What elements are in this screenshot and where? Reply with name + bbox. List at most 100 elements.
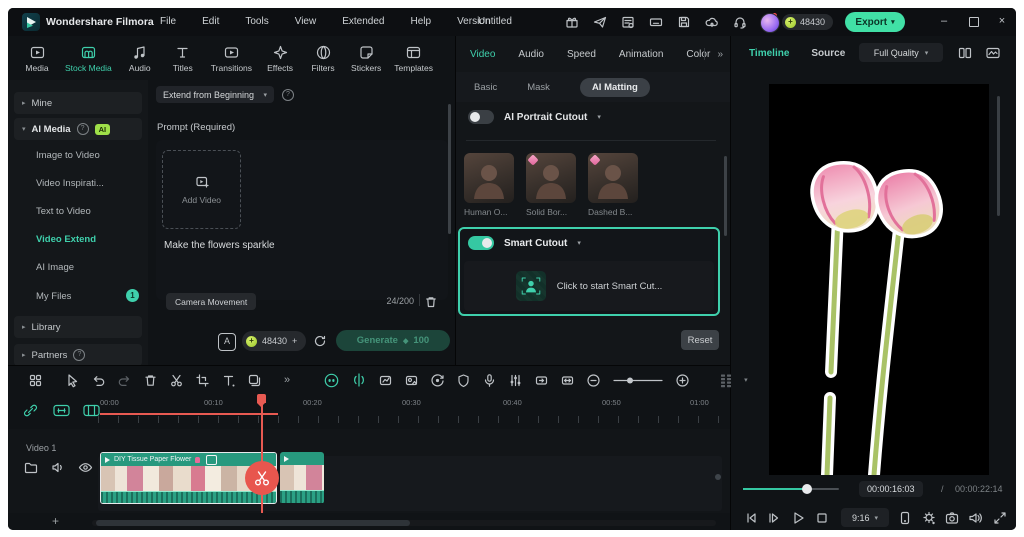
maximize-button[interactable]: [966, 14, 982, 30]
menu-tools[interactable]: Tools: [245, 16, 268, 27]
tab-filters[interactable]: Filters: [308, 44, 338, 73]
subtab-basic[interactable]: Basic: [474, 82, 497, 93]
horizontal-scrollbar[interactable]: [92, 520, 716, 526]
tab-color[interactable]: Color: [686, 49, 710, 60]
help-icon[interactable]: ?: [282, 89, 294, 101]
preset-dashed-border[interactable]: [588, 153, 638, 203]
tab-media[interactable]: Media: [22, 44, 52, 73]
add-track-button[interactable]: +: [52, 514, 59, 528]
seek-bar[interactable]: [743, 484, 839, 494]
hide-track-icon[interactable]: [78, 461, 93, 474]
keyframe-split-icon[interactable]: [351, 372, 367, 388]
undo-icon[interactable]: [91, 373, 106, 388]
sidebar-item-mine[interactable]: ▸ Mine: [14, 92, 142, 114]
smart-cutout-toggle[interactable]: [468, 236, 494, 250]
render-settings-icon[interactable]: [921, 510, 937, 526]
sidebar-item-image-to-video[interactable]: Image to Video: [36, 150, 100, 161]
sidebar-item-text-to-video[interactable]: Text to Video: [36, 206, 91, 217]
preset-human-outline[interactable]: [464, 153, 514, 203]
subtab-mask[interactable]: Mask: [527, 82, 550, 93]
tab-templates[interactable]: Templates: [394, 44, 433, 73]
video-viewport[interactable]: [769, 84, 989, 481]
reset-button[interactable]: Reset: [681, 330, 719, 350]
save-icon[interactable]: [676, 14, 692, 30]
speed-ramp-icon[interactable]: [378, 373, 393, 388]
track-manager-chevron[interactable]: ▾: [744, 376, 748, 384]
volume-icon[interactable]: [967, 510, 983, 526]
timeline-zoom-slider[interactable]: [612, 373, 664, 388]
next-frame-icon[interactable]: [765, 510, 781, 526]
menu-edit[interactable]: Edit: [202, 16, 219, 27]
cloud-upload-icon[interactable]: [704, 14, 720, 30]
seek-handle[interactable]: [802, 484, 812, 494]
close-button[interactable]: ×: [994, 14, 1010, 30]
quality-dropdown[interactable]: Full Quality ▾: [859, 43, 943, 62]
menu-view[interactable]: View: [295, 16, 317, 27]
voiceover-mic-icon[interactable]: [482, 373, 497, 388]
duplicate-icon[interactable]: [247, 373, 262, 388]
split-view-icon[interactable]: [957, 45, 973, 61]
fullscreen-icon[interactable]: [992, 510, 1008, 526]
tab-transitions[interactable]: Transitions: [211, 44, 252, 73]
redo-icon[interactable]: [117, 373, 132, 388]
refresh-icon[interactable]: [313, 334, 327, 348]
scopes-icon[interactable]: [985, 45, 1001, 61]
prev-frame-icon[interactable]: [743, 510, 759, 526]
tab-timeline[interactable]: Timeline: [749, 48, 789, 59]
ai-translate-icon[interactable]: A: [218, 333, 236, 351]
help-icon[interactable]: ?: [73, 349, 86, 361]
preview-scrollbar[interactable]: [997, 96, 1000, 216]
tab-stock-media[interactable]: Stock Media: [65, 44, 112, 73]
mask-shield-icon[interactable]: [456, 373, 471, 388]
keyboard-icon[interactable]: [648, 14, 664, 30]
credits-badge[interactable]: + 48430: [782, 14, 834, 30]
text-tool-icon[interactable]: [221, 373, 236, 388]
sidebar-item-library[interactable]: ▸ Library: [14, 316, 142, 338]
record-icon[interactable]: [430, 373, 445, 388]
export-button[interactable]: Export ▾: [845, 12, 905, 32]
extend-mode-dropdown[interactable]: Extend from Beginning ▾: [156, 86, 274, 103]
tab-source[interactable]: Source: [811, 48, 845, 59]
snapshot-icon[interactable]: [944, 510, 960, 526]
select-cursor-icon[interactable]: [65, 373, 80, 388]
sidebar-item-partners[interactable]: ▸ Partners ?: [14, 344, 142, 366]
delete-icon[interactable]: [143, 373, 158, 388]
tab-titles[interactable]: Titles: [168, 44, 198, 73]
audio-mixer-icon[interactable]: [508, 373, 523, 388]
clear-prompt-icon[interactable]: [424, 295, 438, 309]
menu-extended[interactable]: Extended: [342, 16, 384, 27]
tab-animation[interactable]: Animation: [619, 49, 663, 60]
video-clip-after-cut[interactable]: [280, 452, 324, 504]
tab-stickers[interactable]: Stickers: [351, 44, 381, 73]
lock-track-icon[interactable]: [24, 461, 38, 474]
gift-icon[interactable]: [564, 14, 580, 30]
task-list-icon[interactable]: [620, 14, 636, 30]
track-manager-icon[interactable]: [719, 373, 733, 388]
link-clip-icon[interactable]: [52, 402, 71, 419]
playhead-line[interactable]: [261, 394, 263, 513]
help-icon[interactable]: ?: [76, 123, 89, 135]
playhead-marker[interactable]: [257, 394, 266, 407]
zoom-out-icon[interactable]: [586, 373, 601, 388]
chevron-down-icon[interactable]: ▾: [577, 239, 581, 247]
menu-help[interactable]: Help: [410, 16, 431, 27]
menu-file[interactable]: File: [160, 16, 176, 27]
layout-grid-icon[interactable]: [28, 373, 43, 388]
timeline-ruler[interactable]: 00:00 00:10 00:20 00:30 00:40 00:50 01:0…: [8, 394, 730, 429]
expand-panel-icon[interactable]: »: [717, 49, 723, 60]
add-video-dropzone[interactable]: Add Video: [162, 150, 241, 229]
tab-audio[interactable]: Audio: [125, 44, 155, 73]
subtab-ai-matting[interactable]: AI Matting: [579, 77, 650, 97]
aspect-ratio-dropdown[interactable]: 9:16 ▾: [841, 508, 889, 527]
minimize-button[interactable]: –: [936, 14, 952, 30]
quick-split-button[interactable]: [245, 461, 279, 495]
support-headset-icon[interactable]: [732, 14, 748, 30]
start-smart-cutout-button[interactable]: Click to start Smart Cut...: [464, 261, 714, 311]
chroma-key-icon[interactable]: [404, 373, 419, 388]
tab-audio[interactable]: Audio: [518, 49, 544, 60]
credits-badge[interactable]: + 48430 +: [242, 331, 307, 351]
panel-scrollbar[interactable]: [448, 104, 451, 234]
ai-portrait-toggle[interactable]: [468, 110, 494, 124]
play-icon[interactable]: [790, 510, 806, 526]
sidebar-item-video-extend[interactable]: Video Extend: [36, 234, 96, 245]
